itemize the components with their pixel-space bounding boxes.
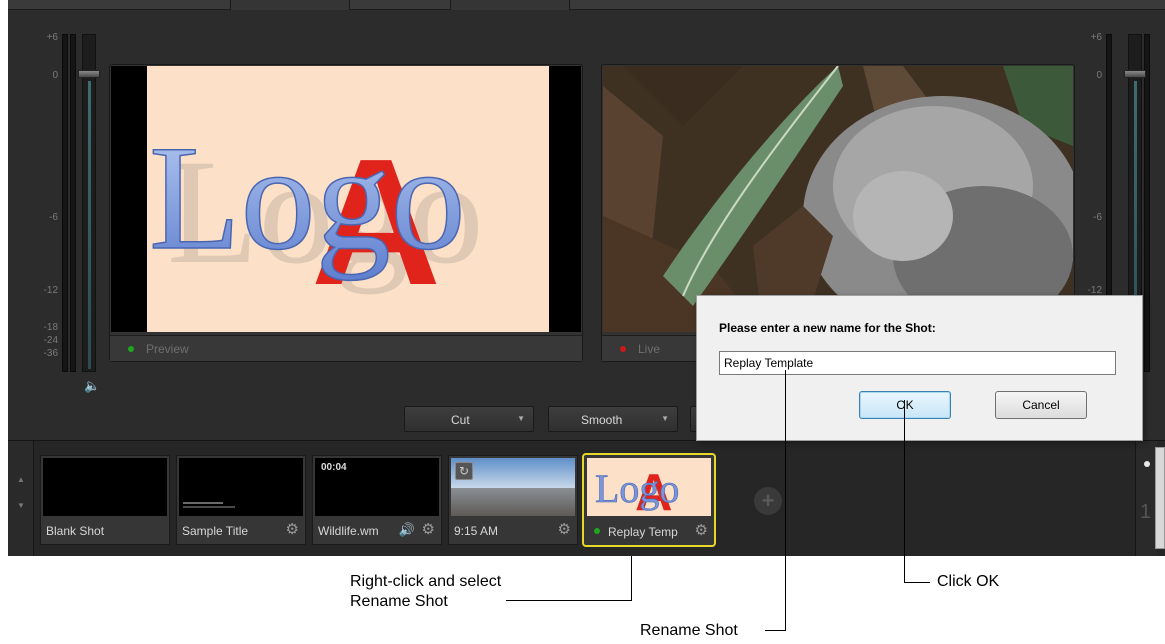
add-shot-button[interactable]: +	[754, 487, 782, 515]
volume-fader-knob[interactable]	[78, 70, 100, 78]
shot-thumbnail: A Logo	[587, 458, 711, 516]
arrow-up-icon[interactable]: ▲	[17, 475, 25, 484]
koala-image	[603, 66, 1073, 332]
shot-name: Sample Title	[182, 524, 249, 538]
top-strip	[8, 0, 1165, 10]
cancel-button[interactable]: Cancel	[995, 391, 1087, 419]
leader-line	[904, 582, 930, 583]
meter-tick-label: 0	[52, 70, 58, 81]
audio-level-meter	[1144, 34, 1150, 372]
meter-tick-label: -24	[43, 335, 58, 346]
bin-page-indicator: 1	[1135, 441, 1157, 556]
meter-tick-label: -12	[43, 285, 58, 296]
callout-rename-shot: Rename Shot	[640, 622, 738, 639]
leader-line	[904, 400, 905, 582]
chevron-down-icon[interactable]: ▼	[661, 414, 669, 423]
meter-tick-label: 0	[1096, 70, 1102, 81]
app-window: +6 0 -6 -12 -18 -24 -36 🔈 +6 0 -6 -12 Lo…	[8, 0, 1165, 556]
gear-icon[interactable]: ⚙	[286, 520, 299, 538]
preview-monitor: Logo A Logo Preview	[109, 64, 583, 362]
logo-graphic: Logo A Logo	[147, 66, 549, 332]
meter-tick-label: -36	[43, 348, 58, 359]
top-tab[interactable]	[230, 0, 350, 10]
shot-tile[interactable]: Blank Shot	[40, 455, 170, 545]
preview-screen[interactable]: Logo A Logo	[111, 66, 581, 332]
page-number: 1	[1140, 501, 1152, 523]
preview-status-dot	[128, 346, 134, 352]
gear-icon[interactable]: ⚙	[422, 520, 435, 538]
leader-line	[785, 370, 786, 631]
scrollbar[interactable]	[1155, 447, 1165, 549]
leader-line	[765, 630, 785, 631]
preview-label-bar: Preview	[110, 335, 582, 361]
shot-thumbnail	[179, 458, 303, 516]
shot-name: Blank Shot	[46, 524, 105, 538]
volume-fader-track[interactable]	[82, 34, 96, 372]
shot-tile[interactable]: Sample Title ⚙	[176, 455, 306, 545]
shot-name: Replay Temp	[608, 525, 678, 539]
logo-text: Logo	[595, 466, 679, 511]
meter-tick-label: -6	[1093, 212, 1102, 223]
shot-name: 9:15 AM	[454, 524, 499, 538]
meter-tick-label: +6	[46, 32, 58, 43]
meter-tick-label: -18	[43, 322, 58, 333]
shot-thumbnail: ↻	[451, 458, 575, 516]
chevron-down-icon[interactable]: ▼	[517, 414, 525, 423]
smooth-label: Smooth	[581, 413, 623, 427]
shot-name: Wildlife.wm	[318, 524, 379, 538]
shot-status-dot	[594, 528, 600, 534]
bin-scroll-arrows: ▲ ▼	[8, 441, 34, 556]
refresh-icon[interactable]: ↻	[455, 462, 473, 480]
meter-tick-label: -6	[49, 212, 58, 223]
gear-icon[interactable]: ⚙	[695, 521, 708, 539]
arrow-down-icon[interactable]: ▼	[17, 501, 25, 510]
preview-label: Preview	[146, 342, 189, 356]
shot-thumbnail: 00:04	[315, 458, 439, 516]
smooth-button[interactable]: Smooth ▼	[548, 406, 678, 432]
live-label: Live	[638, 342, 661, 356]
live-screen[interactable]	[603, 66, 1073, 332]
shot-thumbnail	[43, 458, 167, 516]
dialog-prompt: Please enter a new name for the Shot:	[719, 321, 936, 335]
audio-icon[interactable]: 🔊	[399, 522, 415, 538]
shot-name-input[interactable]	[719, 351, 1116, 375]
left-meter-scale: +6 0 -6 -12 -18 -24 -36	[38, 32, 60, 372]
audio-level-meter	[62, 34, 68, 372]
ok-button[interactable]: OK	[859, 391, 951, 419]
gear-icon[interactable]: ⚙	[558, 520, 571, 538]
shot-duration: 00:04	[321, 462, 347, 473]
cut-button[interactable]: Cut ▼	[404, 406, 534, 432]
live-status-dot	[620, 346, 626, 352]
shot-tile[interactable]: 00:04 Wildlife.wm 🔊 ⚙	[312, 455, 442, 545]
audio-level-meter	[70, 34, 76, 372]
logo-thumbnail: A Logo	[587, 458, 711, 516]
page-dot	[1144, 461, 1150, 467]
callout-right-click: Right-click and select Rename Shot	[350, 573, 502, 610]
shot-bin: ▲ ▼ Blank Shot Sample Title ⚙ 00:04 Wild…	[8, 440, 1165, 556]
logo-text: Logo	[149, 115, 466, 281]
top-tab[interactable]	[450, 0, 570, 10]
volume-fader-knob[interactable]	[1124, 70, 1146, 78]
shot-tile-selected[interactable]: A Logo Replay Temp ⚙	[582, 453, 716, 547]
cut-label: Cut	[451, 413, 470, 427]
leader-line	[631, 556, 632, 601]
leader-line	[506, 600, 632, 601]
shot-tile[interactable]: ↻ 9:15 AM ⚙	[448, 455, 578, 545]
speaker-icon[interactable]: 🔈	[84, 378, 100, 394]
rename-shot-dialog: Please enter a new name for the Shot: OK…	[696, 295, 1143, 441]
callout-click-ok: Click OK	[937, 573, 1000, 590]
meter-tick-label: +6	[1090, 32, 1102, 43]
